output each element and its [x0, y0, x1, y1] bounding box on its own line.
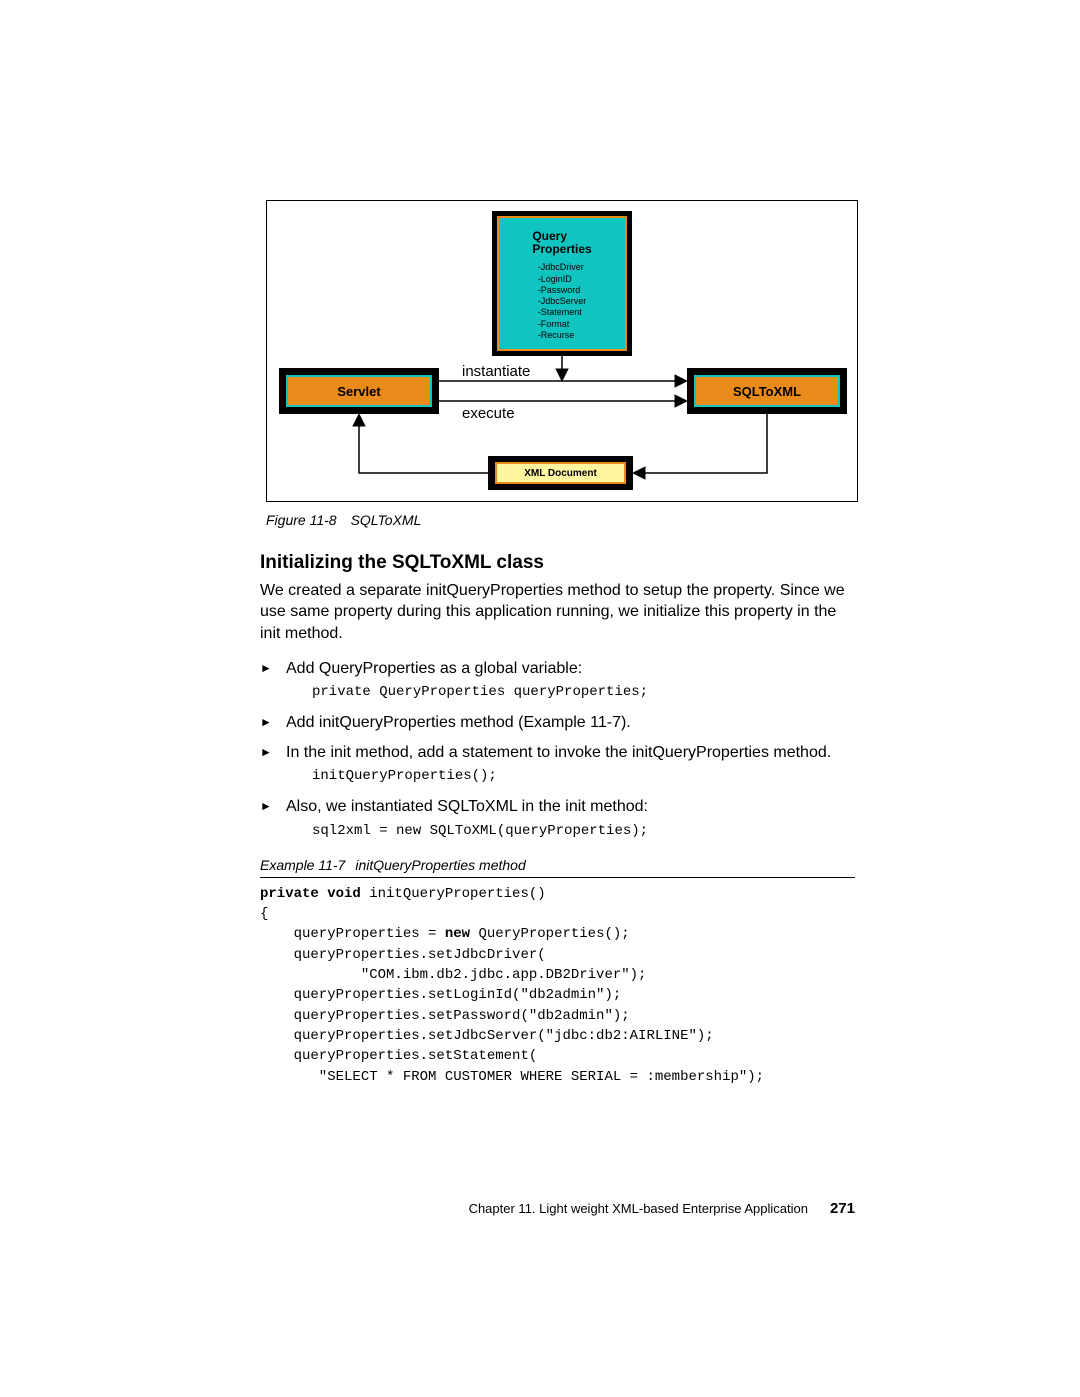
- instantiate-label: instantiate: [462, 363, 530, 380]
- figure-caption-text: SQLToXML: [351, 512, 422, 528]
- query-properties-box: Query Properties -JdbcDriver -LoginID -P…: [492, 211, 632, 356]
- page: Query Properties -JdbcDriver -LoginID -P…: [0, 0, 1080, 1397]
- code-kw: new: [445, 926, 470, 942]
- bullet-text: Also, we instantiated SQLToXML in the in…: [286, 798, 648, 815]
- servlet-box: Servlet: [279, 368, 439, 414]
- code-text: {: [260, 906, 268, 922]
- code-text: queryProperties.setLoginId("db2admin");: [260, 987, 621, 1003]
- code-text: queryProperties.setJdbcServer("jdbc:db2:…: [260, 1028, 714, 1044]
- list-item: Also, we instantiated SQLToXML in the in…: [260, 796, 855, 840]
- code-kw: private void: [260, 886, 361, 902]
- page-footer: Chapter 11. Light weight XML-based Enter…: [469, 1200, 855, 1217]
- qp-title-l2: Properties: [532, 242, 591, 256]
- qp-title-l1: Query: [532, 229, 567, 243]
- bullet-text: Add initQueryProperties method (Example …: [286, 714, 631, 731]
- xml-document-label: XML Document: [495, 462, 626, 484]
- example-rule: [260, 877, 855, 878]
- bullet-text: Add QueryProperties as a global variable…: [286, 660, 582, 677]
- figure-caption-num: Figure 11-8: [266, 512, 337, 528]
- code-text: "SELECT * FROM CUSTOMER WHERE SERIAL = :…: [260, 1069, 764, 1085]
- code-text: queryProperties.setJdbcDriver(: [260, 947, 546, 963]
- query-properties-title: Query Properties: [532, 230, 591, 256]
- inline-code: initQueryProperties();: [312, 767, 855, 786]
- diagram: Query Properties -JdbcDriver -LoginID -P…: [266, 200, 858, 502]
- servlet-label: Servlet: [286, 375, 432, 407]
- list-item: Add QueryProperties as a global variable…: [260, 658, 855, 702]
- example-caption-text: initQueryProperties method: [355, 857, 525, 873]
- code-text: queryProperties.setPassword("db2admin");: [260, 1008, 630, 1024]
- list-item: In the init method, add a statement to i…: [260, 742, 855, 786]
- figure-caption: Figure 11-8 SQLToXML: [266, 512, 856, 528]
- list-item: Add initQueryProperties method (Example …: [260, 712, 855, 734]
- sqltoxml-label: SQLToXML: [694, 375, 840, 407]
- footer-page-number: 271: [830, 1200, 855, 1217]
- xml-document-box: XML Document: [488, 456, 633, 490]
- example-caption: Example 11-7 initQueryProperties method: [260, 857, 855, 873]
- execute-label: execute: [462, 405, 515, 422]
- code-text: queryProperties =: [260, 926, 445, 942]
- code-text: initQueryProperties(): [361, 886, 546, 902]
- bullet-text: In the init method, add a statement to i…: [286, 744, 831, 761]
- section-heading: Initializing the SQLToXML class: [260, 552, 855, 574]
- intro-paragraph: We created a separate initQueryPropertie…: [260, 580, 855, 644]
- example-caption-num: Example 11-7: [260, 857, 345, 873]
- code-text: "COM.ibm.db2.jdbc.app.DB2Driver");: [260, 967, 646, 983]
- footer-chapter: Chapter 11. Light weight XML-based Enter…: [469, 1201, 808, 1216]
- inline-code: private QueryProperties queryProperties;: [312, 683, 855, 702]
- query-properties-list: -JdbcDriver -LoginID -Password -JdbcServ…: [538, 262, 587, 341]
- bullet-list: Add QueryProperties as a global variable…: [260, 658, 855, 841]
- code-text: queryProperties.setStatement(: [260, 1048, 537, 1064]
- query-properties-inner: Query Properties -JdbcDriver -LoginID -P…: [497, 216, 627, 351]
- sqltoxml-box: SQLToXML: [687, 368, 847, 414]
- inline-code: sql2xml = new SQLToXML(queryProperties);: [312, 822, 855, 841]
- code-block: private void initQueryProperties() { que…: [260, 884, 855, 1087]
- figure-wrap: Query Properties -JdbcDriver -LoginID -P…: [266, 200, 856, 528]
- code-text: QueryProperties();: [470, 926, 630, 942]
